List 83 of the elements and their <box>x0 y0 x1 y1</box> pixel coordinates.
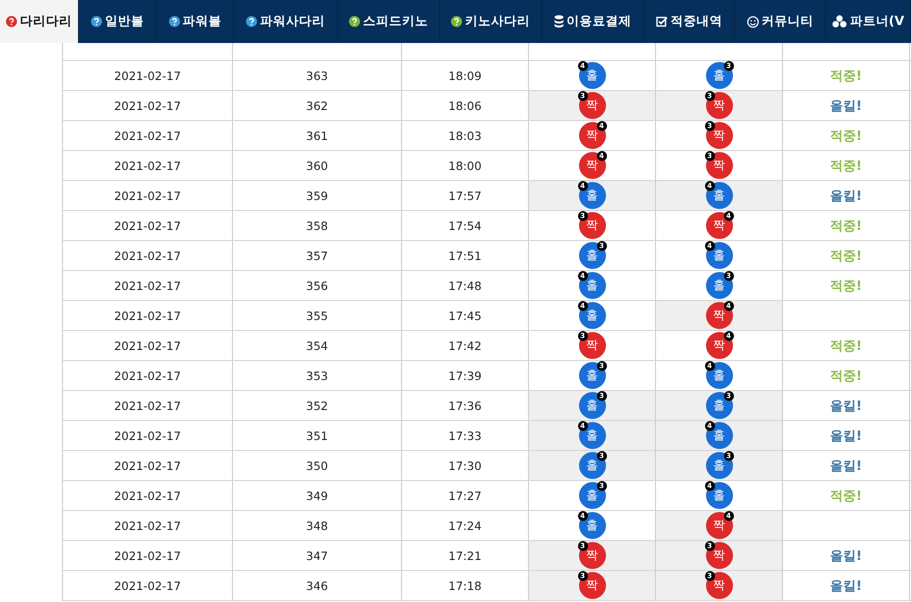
nav-tab[interactable]: 파워볼 <box>157 0 234 43</box>
result-text: 적중! <box>830 128 862 144</box>
nav-tab[interactable]: 스피드키노 <box>338 0 440 43</box>
nav-tab[interactable]: 적중내역 <box>644 0 735 43</box>
round-cell: 355 <box>233 301 402 330</box>
round-cell: 353 <box>233 361 402 390</box>
nav-tab[interactable]: 파트너(V <box>826 0 911 43</box>
round-cell: 350 <box>233 451 402 480</box>
coin-stack-icon <box>554 15 564 28</box>
round-cell: 362 <box>233 91 402 120</box>
result-text: 적중! <box>830 488 862 504</box>
date-cell: 2021-02-17 <box>63 151 233 180</box>
round-cell: 354 <box>233 331 402 360</box>
result-text: 올킬! <box>830 188 862 204</box>
checkbox-icon <box>656 16 668 27</box>
time-cell: 17:54 <box>402 211 529 240</box>
group-icon <box>832 15 847 28</box>
round-cell: 349 <box>233 481 402 510</box>
date-cell: 2021-02-17 <box>63 481 233 510</box>
smiley-icon <box>746 16 758 28</box>
date-cell: 2021-02-17 <box>63 121 233 150</box>
time-cell: 18:00 <box>402 151 529 180</box>
date-cell: 2021-02-17 <box>63 241 233 270</box>
result-text: 적중! <box>830 218 862 234</box>
time-cell: 17:51 <box>402 241 529 270</box>
result-text: 올킬! <box>830 458 862 474</box>
time-cell: 17:48 <box>402 271 529 300</box>
time-cell: 17:45 <box>402 301 529 330</box>
result-text: 적중! <box>830 248 862 264</box>
time-cell: 17:39 <box>402 361 529 390</box>
time-cell: 18:09 <box>402 61 529 90</box>
nav-tab[interactable]: 이용료결제 <box>542 0 644 43</box>
help-icon <box>451 16 462 27</box>
round-cell: 356 <box>233 271 402 300</box>
nav-tab[interactable]: 커뮤니티 <box>735 0 826 43</box>
round-cell: 363 <box>233 61 402 90</box>
round-cell: 346 <box>233 571 402 600</box>
round-cell: 348 <box>233 511 402 540</box>
date-cell: 2021-02-17 <box>63 61 233 90</box>
nav-tab[interactable]: 파워사다리 <box>234 0 338 43</box>
nav-tab[interactable]: 일반볼 <box>79 0 157 43</box>
help-icon <box>246 16 257 27</box>
result-text: 올킬! <box>830 548 862 564</box>
help-icon <box>168 16 180 27</box>
date-cell: 2021-02-17 <box>63 211 233 240</box>
round-cell: 352 <box>233 391 402 420</box>
round-cell: 358 <box>233 211 402 240</box>
result-text: 올킬! <box>830 98 862 114</box>
date-cell: 2021-02-17 <box>63 91 233 120</box>
round-cell: 347 <box>233 541 402 570</box>
round-cell: 359 <box>233 181 402 210</box>
round-cell: 357 <box>233 241 402 270</box>
time-cell: 17:24 <box>402 511 529 540</box>
round-cell: 361 <box>233 121 402 150</box>
date-cell: 2021-02-17 <box>63 301 233 330</box>
date-cell: 2021-02-17 <box>63 421 233 450</box>
date-cell: 2021-02-17 <box>63 391 233 420</box>
result-text: 올킬! <box>830 398 862 414</box>
result-text: 올킬! <box>830 578 862 594</box>
round-cell: 360 <box>233 151 402 180</box>
result-text: 적중! <box>830 338 862 354</box>
help-icon <box>91 16 102 27</box>
result-text: 올킬! <box>830 428 862 444</box>
date-cell: 2021-02-17 <box>63 511 233 540</box>
time-cell: 17:27 <box>402 481 529 510</box>
result-text: 적중! <box>830 278 862 294</box>
date-cell: 2021-02-17 <box>63 271 233 300</box>
help-icon <box>349 16 360 27</box>
nav-tab[interactable]: 다리다리 <box>0 0 79 43</box>
date-cell: 2021-02-17 <box>63 541 233 570</box>
date-cell: 2021-02-17 <box>63 331 233 360</box>
result-text: 적중! <box>830 68 862 84</box>
date-cell: 2021-02-17 <box>63 361 233 390</box>
time-cell: 18:03 <box>402 121 529 150</box>
date-cell: 2021-02-17 <box>63 181 233 210</box>
result-text: 적중! <box>830 368 862 384</box>
result-text: 적중! <box>830 158 862 174</box>
date-cell: 2021-02-17 <box>63 571 233 600</box>
nav-tab[interactable]: 키노사다리 <box>440 0 542 43</box>
round-cell: 351 <box>233 421 402 450</box>
time-cell: 17:42 <box>402 331 529 360</box>
help-icon <box>6 16 17 27</box>
date-cell: 2021-02-17 <box>63 451 233 480</box>
